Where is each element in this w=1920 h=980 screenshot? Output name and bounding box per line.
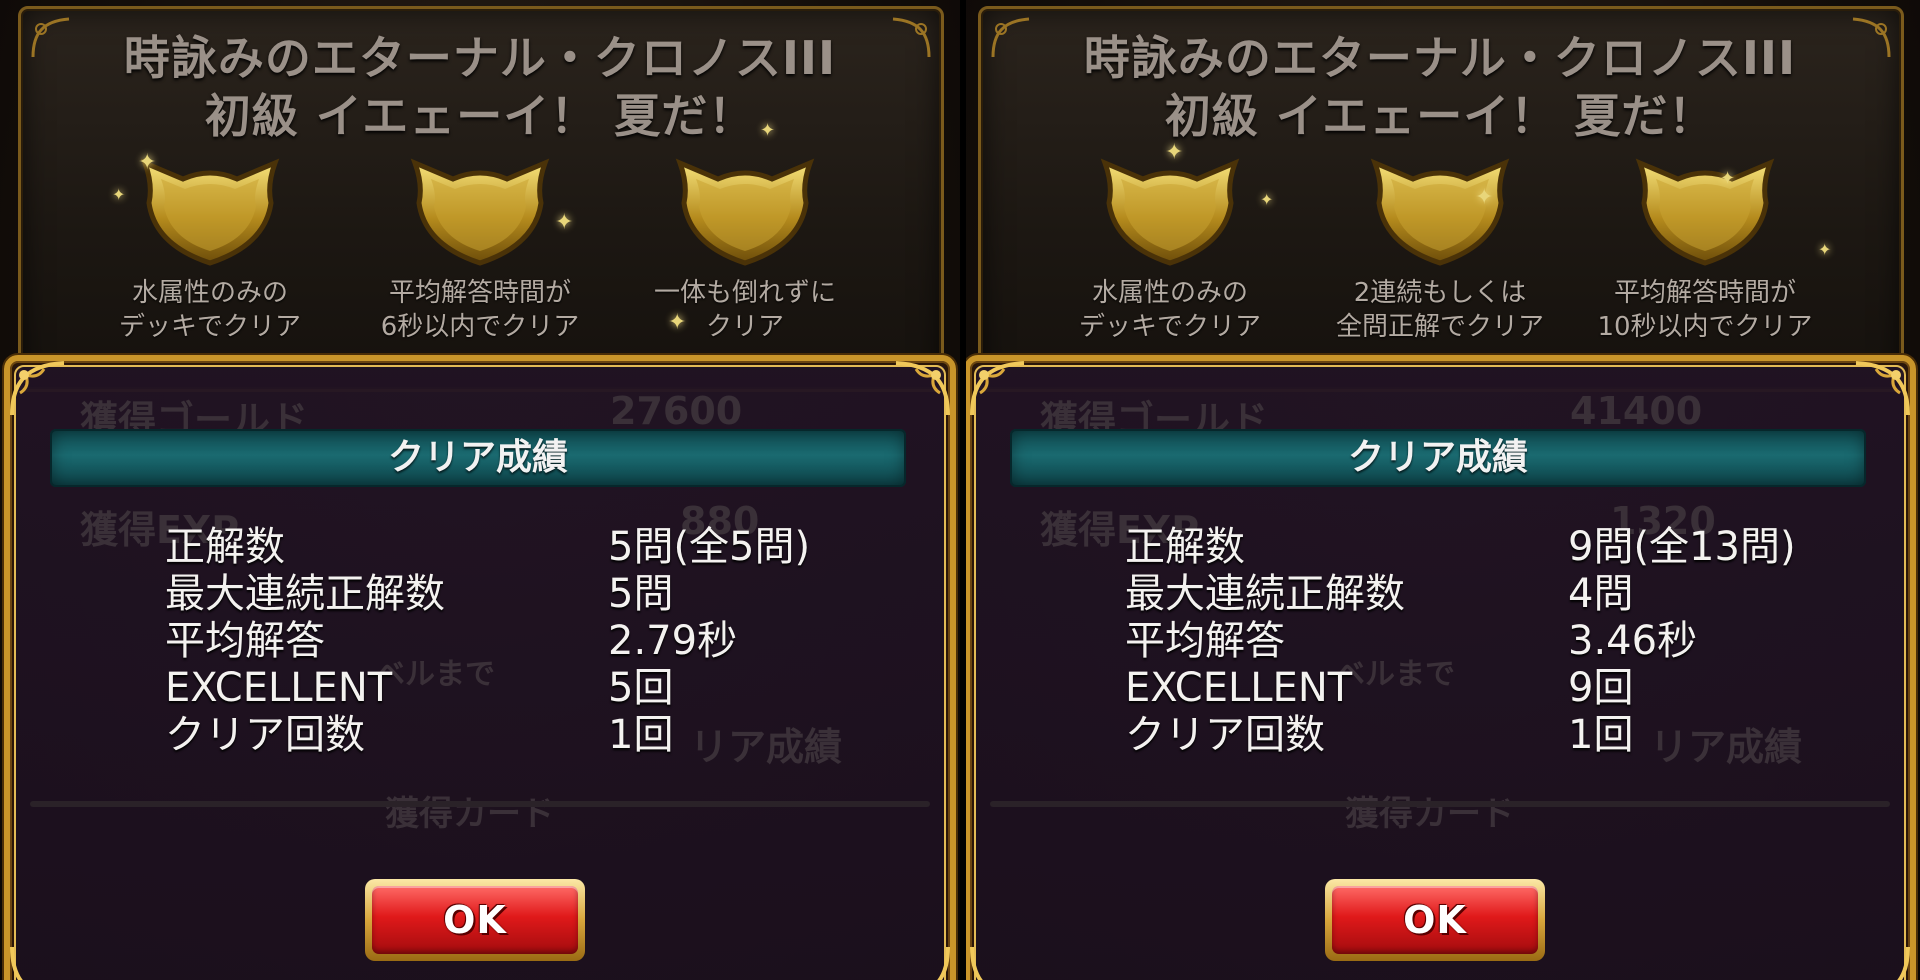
gold-filigree-corner-icon [888, 939, 958, 980]
condition-text: 10秒以内でクリア [1597, 312, 1813, 342]
result-screen-left: 時詠みのエターナル・クロノスIII 初級 イエェーイ！ 夏だ！ ✦ ✦ ✦ ✦ … [0, 0, 960, 980]
gold-earned-value: 27600 [610, 389, 743, 433]
sparkle-icon: ✦ [1165, 140, 1184, 165]
stat-value: 5問(全5問) [608, 524, 811, 570]
stat-value: 5問 [608, 571, 674, 617]
condition-text: クリア [705, 312, 784, 342]
ok-button-face[interactable]: OK [1332, 886, 1538, 954]
dialog-title: クリア成績 [1347, 437, 1528, 478]
ok-button[interactable]: OK [365, 879, 585, 961]
gold-shield-emblem-icon [395, 145, 565, 275]
cards-earned-label: 獲得カード [1345, 794, 1515, 834]
stat-row: クリア回数 1回 [1125, 712, 1845, 759]
gold-filigree-corner-icon [2, 939, 72, 980]
stat-label: 平均解答 [165, 618, 325, 664]
stat-label: 最大連続正解数 [165, 571, 445, 617]
ok-button-label[interactable]: OK [1332, 886, 1538, 954]
stat-label: クリア回数 [1125, 712, 1325, 758]
stat-value: 1回 [608, 712, 674, 758]
gold-filigree-corner-icon [962, 353, 1032, 423]
sparkle-icon: ✦ [1720, 168, 1736, 189]
gold-filigree-corner-icon [888, 353, 958, 423]
screenshot-stage: 時詠みのエターナル・クロノスIII 初級 イエェーイ！ 夏だ！ ✦ ✦ ✦ ✦ … [0, 0, 1920, 980]
stat-value: 1回 [1568, 712, 1634, 758]
condition-1: 水属性のみの デッキでクリア [1055, 276, 1285, 344]
condition-text: デッキでクリア [118, 312, 301, 342]
gold-shield-emblem-icon [1355, 145, 1525, 275]
sparkle-icon: ✦ [138, 150, 157, 175]
gold-filigree-corner-icon [1848, 353, 1918, 423]
stat-label: EXCELLENT [165, 665, 393, 711]
stat-value: 9問(全13問) [1568, 524, 1796, 570]
sparkle-icon: ✦ [112, 185, 126, 204]
sparkle-icon: ✦ [1475, 185, 1494, 210]
dialog-title: クリア成績 [387, 437, 568, 478]
stat-label: 正解数 [1125, 524, 1245, 570]
condition-text: 平均解答時間が [388, 278, 571, 308]
stage-subtitle: 初級 イエェーイ！ 夏だ！ [204, 89, 756, 143]
stage-title: 時詠みのエターナル・クロノスIII [1083, 31, 1797, 85]
dialog-title-banner: クリア成績 [50, 429, 906, 487]
condition-text: 水属性のみの [1091, 278, 1248, 308]
stat-row: 最大連続正解数 4問 [1125, 571, 1845, 618]
condition-2: 2連続もしくは 全問正解でクリア [1325, 276, 1555, 344]
condition-text: 2連続もしくは [1353, 278, 1527, 308]
condition-text: 6秒以内でクリア [380, 312, 580, 342]
sparkle-icon: ✦ [760, 120, 776, 141]
stat-label: 最大連続正解数 [1125, 571, 1405, 617]
clear-result-dialog: 獲得ゴールド 27600 獲得EXP 880 ベルまで リア成績 獲得カード ク… [4, 355, 956, 980]
sparkle-icon: ✦ [555, 210, 574, 235]
condition-text: 水属性のみの [131, 278, 288, 308]
gold-shield-emblem-icon [1620, 145, 1790, 275]
sparkle-icon: ✦ [1818, 240, 1832, 259]
condition-text: デッキでクリア [1078, 312, 1261, 342]
ok-button-label[interactable]: OK [372, 886, 578, 954]
divider [30, 801, 930, 807]
divider [990, 801, 1890, 807]
stat-row: 正解数 5問(全5問) [165, 524, 885, 571]
cards-earned-label: 獲得カード [385, 794, 555, 834]
stat-value: 5回 [608, 665, 674, 711]
condition-text: 一体も倒れずに [653, 278, 836, 308]
stage-title: 時詠みのエターナル・クロノスIII [123, 31, 837, 85]
stat-value: 3.46秒 [1568, 618, 1698, 664]
clear-result-dialog: 獲得ゴールド 41400 獲得EXP 1320 ベルまで リア成績 獲得カード … [964, 355, 1916, 980]
condition-3: 一体も倒れずに クリア [630, 276, 860, 344]
condition-text: 平均解答時間が [1613, 278, 1796, 308]
stat-row: 平均解答 3.46秒 [1125, 618, 1845, 665]
stat-label: クリア回数 [165, 712, 365, 758]
stat-value: 2.79秒 [608, 618, 738, 664]
stage-subtitle: 初級 イエェーイ！ 夏だ！ [1164, 89, 1716, 143]
condition-2: 平均解答時間が 6秒以内でクリア [365, 276, 595, 344]
sparkle-icon: ✦ [1260, 190, 1274, 209]
condition-text: 全問正解でクリア [1335, 312, 1544, 342]
result-stats: 正解数 9問(全13問) 最大連続正解数 4問 平均解答 3.46秒 EXCELLEN… [1125, 524, 1845, 759]
result-stats: 正解数 5問(全5問) 最大連続正解数 5問 平均解答 2.79秒 EXCELLENT… [165, 524, 885, 759]
ok-button-face[interactable]: OK [372, 886, 578, 954]
stat-value: 9回 [1568, 665, 1634, 711]
ok-button[interactable]: OK [1325, 879, 1545, 961]
stat-label: EXCELLENT [1125, 665, 1353, 711]
result-screen-right: 時詠みのエターナル・クロノスIII 初級 イエェーイ！ 夏だ！ ✦ ✦ ✦ ✦ … [960, 0, 1920, 980]
gold-filigree-corner-icon [2, 353, 72, 423]
dialog-title-banner: クリア成績 [1010, 429, 1866, 487]
gold-filigree-corner-icon [962, 939, 1032, 980]
stat-row: EXCELLENT 9回 [1125, 665, 1845, 712]
stat-row: 平均解答 2.79秒 [165, 618, 885, 665]
gold-earned-value: 41400 [1570, 389, 1703, 433]
stat-label: 平均解答 [1125, 618, 1285, 664]
condition-3: 平均解答時間が 10秒以内でクリア [1590, 276, 1820, 344]
stat-value: 4問 [1568, 571, 1634, 617]
stat-label: 正解数 [165, 524, 285, 570]
stat-row: 正解数 9問(全13問) [1125, 524, 1845, 571]
stat-row: 最大連続正解数 5問 [165, 571, 885, 618]
stat-row: クリア回数 1回 [165, 712, 885, 759]
gold-filigree-corner-icon [1848, 939, 1918, 980]
stat-row: EXCELLENT 5回 [165, 665, 885, 712]
gold-shield-emblem-icon [660, 145, 830, 275]
condition-1: 水属性のみの デッキでクリア [95, 276, 325, 344]
